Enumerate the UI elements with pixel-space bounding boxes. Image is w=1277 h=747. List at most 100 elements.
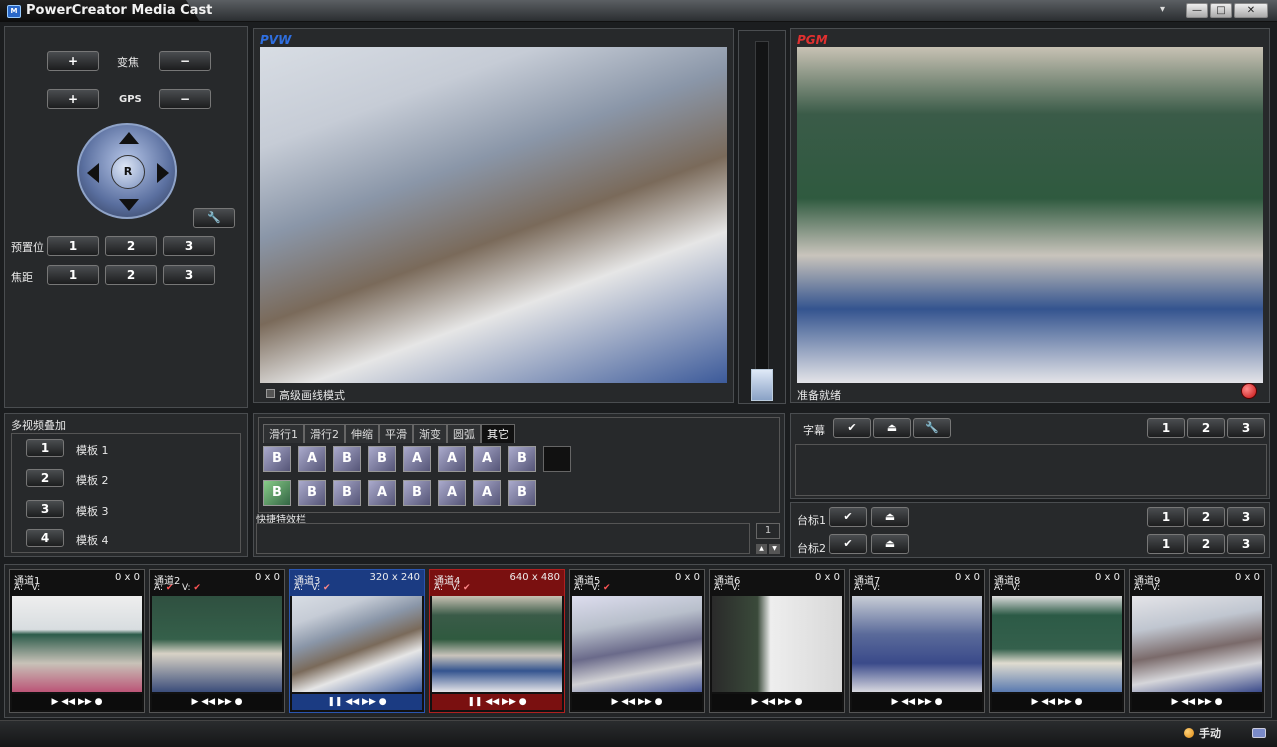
shortcut-effects-bar[interactable] xyxy=(256,523,750,554)
effect-thumb[interactable]: B xyxy=(508,446,536,472)
pgm-video[interactable] xyxy=(797,47,1263,383)
focus-2-button[interactable]: 2 xyxy=(105,265,157,285)
tab-smooth[interactable]: 平滑 xyxy=(379,424,413,443)
minimize-button[interactable]: — xyxy=(1186,3,1208,18)
channel-controls[interactable]: ▶ ◀◀ ▶▶ ● xyxy=(12,694,142,710)
subtitle-apply-button[interactable]: ✔ xyxy=(833,418,871,438)
check-icon: ✔ xyxy=(843,510,853,523)
channel-4[interactable]: 通道4 640 x 480 A: V: ✔ ❚❚ ◀◀ ▶▶ ● xyxy=(429,569,565,713)
effects-tabs: 滑行1 滑行2 伸缩 平滑 渐变 圆弧 其它 xyxy=(263,424,515,443)
subtitle-3-button[interactable]: 3 xyxy=(1227,418,1265,438)
window-menu-icon[interactable]: ▾ xyxy=(1160,4,1165,15)
tab-stretch[interactable]: 伸缩 xyxy=(345,424,379,443)
channel-7[interactable]: 通道7 0 x 0 A: V: ▶ ◀◀ ▶▶ ● xyxy=(849,569,985,713)
station-1-num-3[interactable]: 3 xyxy=(1227,507,1265,527)
channel-controls[interactable]: ▶ ◀◀ ▶▶ ● xyxy=(572,694,702,710)
channel-3[interactable]: 通道3 320 x 240 A: V: ✔ ❚❚ ◀◀ ▶▶ ● xyxy=(289,569,425,713)
effect-thumb[interactable]: B xyxy=(263,446,291,472)
effect-thumb[interactable]: A xyxy=(368,480,396,506)
template-1-button[interactable]: 1 xyxy=(26,439,64,457)
subtitle-text-area[interactable] xyxy=(795,444,1267,496)
t-bar-handle[interactable] xyxy=(751,369,773,401)
tab-slide2[interactable]: 滑行2 xyxy=(304,424,345,443)
station-2-num-3[interactable]: 3 xyxy=(1227,534,1265,554)
effect-thumb[interactable]: B xyxy=(368,446,396,472)
close-button[interactable]: ✕ xyxy=(1234,3,1268,18)
record-button[interactable] xyxy=(1241,383,1257,399)
station-1-apply-button[interactable]: ✔ xyxy=(829,507,867,527)
effect-thumb[interactable]: A xyxy=(438,480,466,506)
page-up-button[interactable]: ▲ xyxy=(756,544,767,554)
station-1-num-2[interactable]: 2 xyxy=(1187,507,1225,527)
channel-controls[interactable]: ▶ ◀◀ ▶▶ ● xyxy=(712,694,842,710)
effect-thumb[interactable]: A xyxy=(403,446,431,472)
zoom-out-button[interactable]: − xyxy=(159,51,211,71)
preset-1-button[interactable]: 1 xyxy=(47,236,99,256)
channel-9[interactable]: 通道9 0 x 0 A: V: ▶ ◀◀ ▶▶ ● xyxy=(1129,569,1265,713)
tab-arc[interactable]: 圆弧 xyxy=(447,424,481,443)
effect-thumb[interactable]: B xyxy=(508,480,536,506)
subtitle-remove-button[interactable]: ⏏ xyxy=(873,418,911,438)
focus-1-button[interactable]: 1 xyxy=(47,265,99,285)
effect-thumb[interactable]: B xyxy=(298,480,326,506)
subtitle-label: 字幕 xyxy=(803,424,825,437)
focus-3-button[interactable]: 3 xyxy=(163,265,215,285)
channel-controls[interactable]: ❚❚ ◀◀ ▶▶ ● xyxy=(292,694,422,710)
pgm-monitor: PGM 准备就绪 xyxy=(790,28,1270,403)
channel-controls[interactable]: ▶ ◀◀ ▶▶ ● xyxy=(852,694,982,710)
preset-3-button[interactable]: 3 xyxy=(163,236,215,256)
subtitle-2-button[interactable]: 2 xyxy=(1187,418,1225,438)
station-2-remove-button[interactable]: ⏏ xyxy=(871,534,909,554)
arrow-left-icon[interactable] xyxy=(87,163,99,183)
preset-2-button[interactable]: 2 xyxy=(105,236,157,256)
pvw-video[interactable] xyxy=(260,47,727,383)
reset-button[interactable]: R xyxy=(111,155,145,189)
hq-mode-checkbox[interactable] xyxy=(266,389,275,398)
effect-thumb-dark[interactable] xyxy=(543,446,571,472)
page-down-button[interactable]: ▼ xyxy=(769,544,780,554)
gps-plus-button[interactable]: + xyxy=(47,89,99,109)
template-4-button[interactable]: 4 xyxy=(26,529,64,547)
tab-slide1[interactable]: 滑行1 xyxy=(263,424,304,443)
effect-thumb[interactable]: B xyxy=(333,446,361,472)
channel-controls[interactable]: ▶ ◀◀ ▶▶ ● xyxy=(992,694,1122,710)
effect-thumb[interactable]: A xyxy=(473,446,501,472)
arrow-down-icon[interactable] xyxy=(119,199,139,211)
station-2-num-1[interactable]: 1 xyxy=(1147,534,1185,554)
camera-settings-button[interactable]: 🔧 xyxy=(193,208,235,228)
channel-5[interactable]: 通道5 0 x 0 A: V: ✔ ▶ ◀◀ ▶▶ ● xyxy=(569,569,705,713)
zoom-in-button[interactable]: + xyxy=(47,51,99,71)
effect-thumb-selected[interactable]: B xyxy=(263,480,291,506)
effect-thumb[interactable]: B xyxy=(403,480,431,506)
channel-2[interactable]: 通道2 0 x 0 A: ✔ V: ✔ ▶ ◀◀ ▶▶ ● xyxy=(149,569,285,713)
station-1-remove-button[interactable]: ⏏ xyxy=(871,507,909,527)
t-bar-panel xyxy=(738,30,786,404)
effect-thumb[interactable]: A xyxy=(438,446,466,472)
subtitle-1-button[interactable]: 1 xyxy=(1147,418,1185,438)
maximize-button[interactable]: □ xyxy=(1210,3,1232,18)
channel-controls[interactable]: ❚❚ ◀◀ ▶▶ ● xyxy=(432,694,562,710)
tab-fade[interactable]: 渐变 xyxy=(413,424,447,443)
channel-controls[interactable]: ▶ ◀◀ ▶▶ ● xyxy=(152,694,282,710)
effect-thumb[interactable]: A xyxy=(298,446,326,472)
ptz-dpad[interactable]: R xyxy=(77,123,177,219)
gps-minus-button[interactable]: − xyxy=(159,89,211,109)
mode-label[interactable]: 手动 xyxy=(1199,725,1221,741)
subtitle-settings-button[interactable]: 🔧 xyxy=(913,418,951,438)
arrow-right-icon[interactable] xyxy=(157,163,169,183)
wrench-icon: 🔧 xyxy=(925,421,939,434)
station-2-num-2[interactable]: 2 xyxy=(1187,534,1225,554)
channel-8[interactable]: 通道8 0 x 0 A: V: ▶ ◀◀ ▶▶ ● xyxy=(989,569,1125,713)
arrow-up-icon[interactable] xyxy=(119,132,139,144)
effect-thumb[interactable]: A xyxy=(473,480,501,506)
station-2-apply-button[interactable]: ✔ xyxy=(829,534,867,554)
template-3-button[interactable]: 3 xyxy=(26,500,64,518)
keyboard-icon[interactable] xyxy=(1252,728,1266,738)
channel-controls[interactable]: ▶ ◀◀ ▶▶ ● xyxy=(1132,694,1262,710)
tab-other[interactable]: 其它 xyxy=(481,424,515,443)
template-2-button[interactable]: 2 xyxy=(26,469,64,487)
channel-6[interactable]: 通道6 0 x 0 A: V: ▶ ◀◀ ▶▶ ● xyxy=(709,569,845,713)
station-1-num-1[interactable]: 1 xyxy=(1147,507,1185,527)
effect-thumb[interactable]: B xyxy=(333,480,361,506)
channel-1[interactable]: 通道1 0 x 0 A: V: ▶ ◀◀ ▶▶ ● xyxy=(9,569,145,713)
